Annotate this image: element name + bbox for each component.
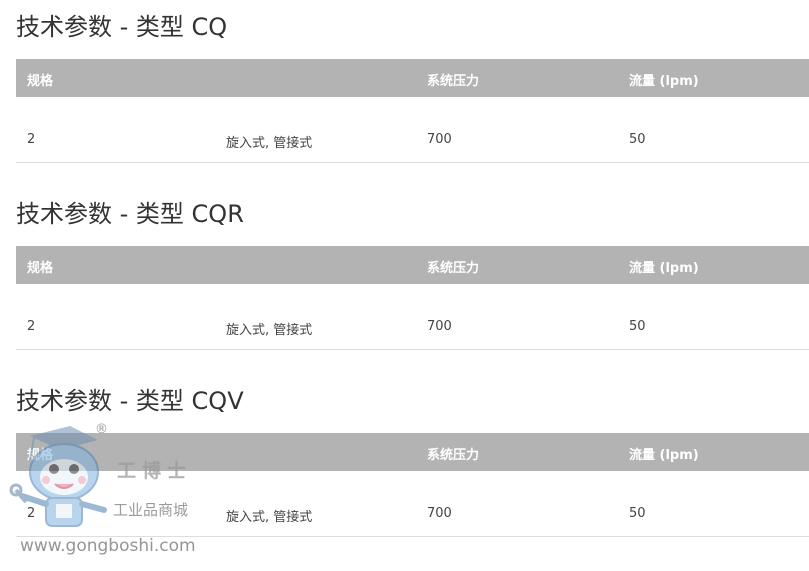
header-spec: 规格	[27, 448, 54, 463]
header-spec: 规格	[27, 261, 54, 276]
cell-system-pressure: 700	[427, 319, 452, 334]
table-row: 2 旋入式, 管接式 700 50	[16, 284, 809, 350]
section-title: 技术参数 - 类型 CQV	[16, 387, 244, 415]
header-system-pressure: 系统压力	[427, 448, 480, 463]
table-header-row: 规格 系统压力 流量 (lpm)	[16, 433, 809, 471]
cell-flow: 50	[629, 319, 646, 334]
table-header-row: 规格 系统压力 流量 (lpm)	[16, 59, 809, 97]
cell-spec: 2	[27, 319, 36, 334]
cell-connection-type: 旋入式, 管接式	[226, 136, 313, 151]
cell-flow: 50	[629, 132, 646, 147]
cell-flow: 50	[629, 506, 646, 521]
section-title: 技术参数 - 类型 CQR	[16, 200, 244, 228]
cell-connection-type: 旋入式, 管接式	[226, 323, 313, 338]
cell-spec: 2	[27, 132, 36, 147]
table-row: 2 旋入式, 管接式 700 50	[16, 471, 809, 537]
cell-spec: 2	[27, 506, 36, 521]
header-spec: 规格	[27, 74, 54, 89]
table-header-row: 规格 系统压力 流量 (lpm)	[16, 246, 809, 284]
header-flow: 流量 (lpm)	[629, 74, 699, 89]
header-system-pressure: 系统压力	[427, 261, 480, 276]
table-row: 2 旋入式, 管接式 700 50	[16, 97, 809, 163]
cell-system-pressure: 700	[427, 132, 452, 147]
cell-system-pressure: 700	[427, 506, 452, 521]
header-flow: 流量 (lpm)	[629, 448, 699, 463]
watermark-url: www.gongboshi.com	[20, 536, 196, 556]
header-flow: 流量 (lpm)	[629, 261, 699, 276]
section-title: 技术参数 - 类型 CQ	[16, 13, 228, 41]
cell-connection-type: 旋入式, 管接式	[226, 510, 313, 525]
header-system-pressure: 系统压力	[427, 74, 480, 89]
